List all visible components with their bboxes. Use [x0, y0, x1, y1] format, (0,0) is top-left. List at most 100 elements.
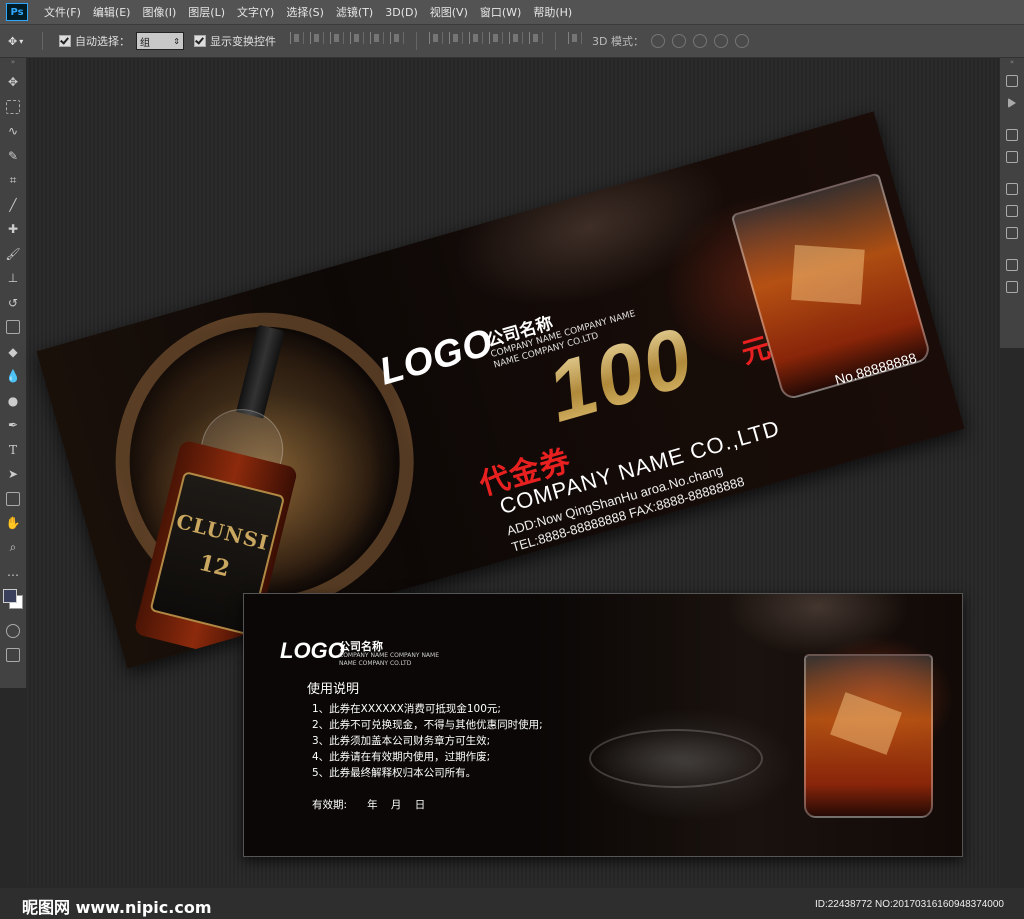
foreground-color-swatch[interactable] [3, 588, 17, 603]
distribute-right-icon[interactable] [529, 32, 543, 44]
menu-window[interactable]: 窗口(W) [474, 4, 527, 20]
align-hcenter-icon[interactable] [370, 32, 384, 44]
tool-path-select[interactable]: ➤ [0, 462, 26, 487]
tool-zoom[interactable]: ⌕ [0, 536, 26, 561]
3d-scale-icon[interactable] [734, 34, 749, 48]
auto-select-toggle[interactable]: 自动选择： 组 ⇕ [59, 32, 184, 50]
path-select-icon: ➤ [7, 467, 19, 482]
menu-filter[interactable]: 滤镜(T) [330, 4, 379, 20]
show-transform-label: 显示变换控件 [210, 35, 276, 48]
tool-brush[interactable]: 🖌 [0, 242, 26, 267]
move-icon: ✥ [7, 75, 19, 90]
tool-eraser[interactable] [0, 315, 26, 340]
panel-character-button[interactable] [1000, 254, 1024, 276]
3d-pan-icon[interactable] [692, 34, 707, 48]
panel-paragraph-button[interactable] [1000, 276, 1024, 298]
panel-actions-button[interactable] [1000, 92, 1024, 114]
3d-roll-icon[interactable] [671, 34, 686, 48]
brush-settings-icon [1006, 183, 1018, 195]
paragraph-icon [1006, 281, 1018, 293]
list-item: 4、此券请在有效期内使用，过期作废; [312, 751, 491, 763]
panel-collapse-icon[interactable]: « [1000, 58, 1024, 70]
photoshop-logo-icon: Ps [6, 3, 28, 21]
tool-more[interactable]: … [0, 560, 26, 585]
distribute-vcenter-icon[interactable] [449, 32, 463, 44]
color-swatches[interactable] [0, 585, 26, 619]
menu-image[interactable]: 图像(I) [136, 4, 182, 20]
menu-file[interactable]: 文件(F) [38, 4, 87, 20]
chevron-down-icon: ⇕ [173, 36, 180, 46]
separator [42, 32, 43, 50]
separator [555, 32, 556, 50]
align-top-icon[interactable] [290, 32, 304, 44]
panel-collapse-icon[interactable]: » [0, 58, 26, 70]
chevron-down-icon: ▾ [19, 36, 24, 46]
tool-move[interactable]: ✥ [0, 70, 26, 95]
checkbox-checked-icon[interactable] [59, 35, 71, 47]
show-transform-toggle[interactable]: 显示变换控件 [194, 33, 276, 49]
align-vcenter-icon[interactable] [310, 32, 324, 44]
list-item: 1、此券在XXXXXX消费可抵现金100元; [312, 703, 501, 715]
tool-quick-mask[interactable] [0, 619, 26, 644]
menu-select[interactable]: 选择(S) [280, 4, 330, 20]
panel-layers-button[interactable] [1000, 124, 1024, 146]
pen-icon: ✒ [7, 418, 19, 433]
tool-type[interactable]: T [0, 438, 26, 463]
tool-eyedropper[interactable]: ╱ [0, 193, 26, 218]
tool-marquee[interactable] [0, 95, 26, 120]
menu-help[interactable]: 帮助(H) [527, 4, 578, 20]
more-icon: … [7, 565, 19, 580]
tool-blur[interactable]: 💧 [0, 364, 26, 389]
align-bottom-icon[interactable] [330, 32, 344, 44]
options-bar: ✥ ▾ 自动选择： 组 ⇕ 显示变换控件 3D 模式： [0, 25, 1024, 58]
list-item: 2、此券不可兑换现金，不得与其他优惠同时使用; [312, 719, 543, 731]
3d-rotate-icon[interactable] [650, 34, 665, 48]
right-panel-dock: « [999, 58, 1024, 348]
tool-crop[interactable]: ⌗ [0, 168, 26, 193]
list-item: 5、此券最终解释权归本公司所有。 [312, 767, 477, 779]
tool-dodge[interactable]: ● [0, 389, 26, 414]
align-left-icon[interactable] [350, 32, 364, 44]
distribute-hcenter-icon[interactable] [509, 32, 523, 44]
tool-lasso[interactable]: ∿ [0, 119, 26, 144]
menu-3d[interactable]: 3D(D) [379, 6, 424, 19]
distribute-top-icon[interactable] [429, 32, 443, 44]
auto-select-dropdown[interactable]: 组 ⇕ [136, 32, 184, 50]
tool-shape[interactable] [0, 487, 26, 512]
zoom-icon: ⌕ [9, 540, 17, 555]
move-tool-preset[interactable]: ✥ ▾ [8, 35, 36, 48]
panel-history-button[interactable] [1000, 70, 1024, 92]
panel-brush-button[interactable] [1000, 178, 1024, 200]
menu-edit[interactable]: 编辑(E) [87, 4, 137, 20]
tool-quick-select[interactable]: ✎ [0, 144, 26, 169]
voucher-back-artwork: LOGO 公司名称 COMPANY NAME COMPANY NAME NAME… [243, 593, 963, 857]
tool-healing[interactable]: ✚ [0, 217, 26, 242]
menu-view[interactable]: 视图(V) [424, 4, 474, 20]
healing-brush-icon: ✚ [7, 222, 19, 237]
company-name-en-small: COMPANY NAME COMPANY NAME NAME COMPANY C… [339, 652, 440, 667]
tool-pen[interactable]: ✒ [0, 413, 26, 438]
channels-icon [1006, 151, 1018, 163]
watermark-bar: 昵图网 www.nipic.com ID:22438772 NO:2017031… [0, 888, 1024, 919]
adjustments-icon [1006, 205, 1018, 217]
menu-type[interactable]: 文字(Y) [231, 4, 280, 20]
panel-channels-button[interactable] [1000, 146, 1024, 168]
menu-layer[interactable]: 图层(L) [182, 4, 231, 20]
distribute-left-icon[interactable] [489, 32, 503, 44]
3d-slide-icon[interactable] [713, 34, 728, 48]
cube-icon [1006, 227, 1018, 239]
align-right-icon[interactable] [390, 32, 404, 44]
auto-align-icon[interactable] [568, 32, 582, 44]
auto-select-label: 自动选择： [75, 35, 130, 48]
distribute-bottom-icon[interactable] [469, 32, 483, 44]
tool-hand[interactable]: ✋ [0, 511, 26, 536]
checkbox-checked-icon[interactable] [194, 35, 206, 47]
panel-3d-button[interactable] [1000, 222, 1024, 244]
tool-bucket[interactable]: ◆ [0, 340, 26, 365]
menu-bar: Ps 文件(F) 编辑(E) 图像(I) 图层(L) 文字(Y) 选择(S) 滤… [0, 0, 1024, 25]
tool-history-brush[interactable]: ↺ [0, 291, 26, 316]
panel-adjustments-button[interactable] [1000, 200, 1024, 222]
character-icon [1006, 259, 1018, 271]
tool-screen-mode[interactable] [0, 643, 26, 668]
tool-stamp[interactable]: ⊥ [0, 266, 26, 291]
